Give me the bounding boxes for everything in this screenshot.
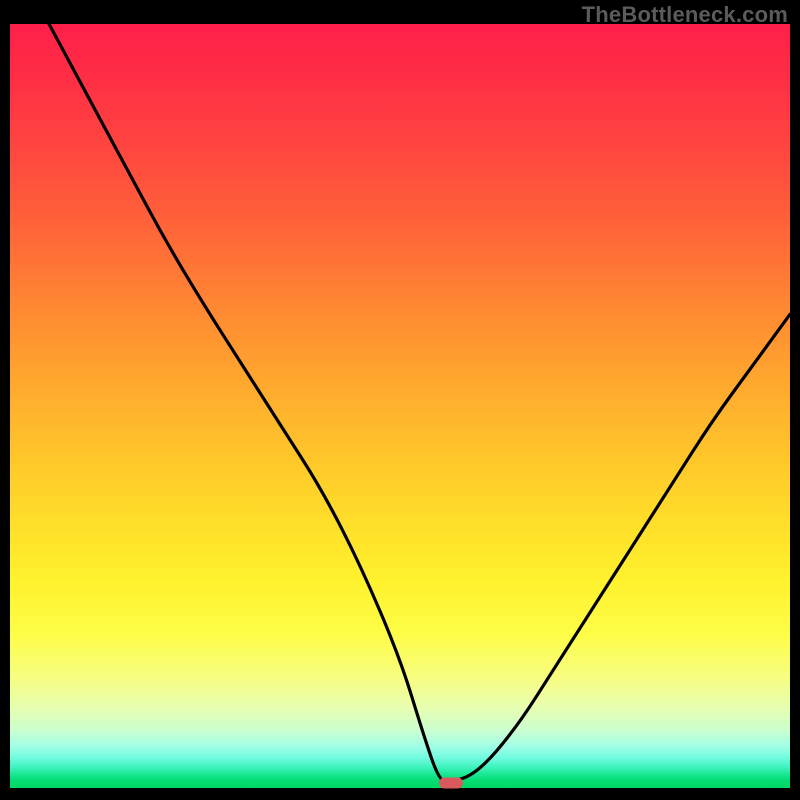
chart-frame: TheBottleneck.com	[0, 0, 800, 800]
minimum-marker	[439, 777, 463, 788]
bottleneck-curve-path	[49, 24, 790, 782]
watermark-text: TheBottleneck.com	[582, 2, 788, 28]
plot-area	[10, 24, 790, 788]
curve-svg	[10, 24, 790, 788]
